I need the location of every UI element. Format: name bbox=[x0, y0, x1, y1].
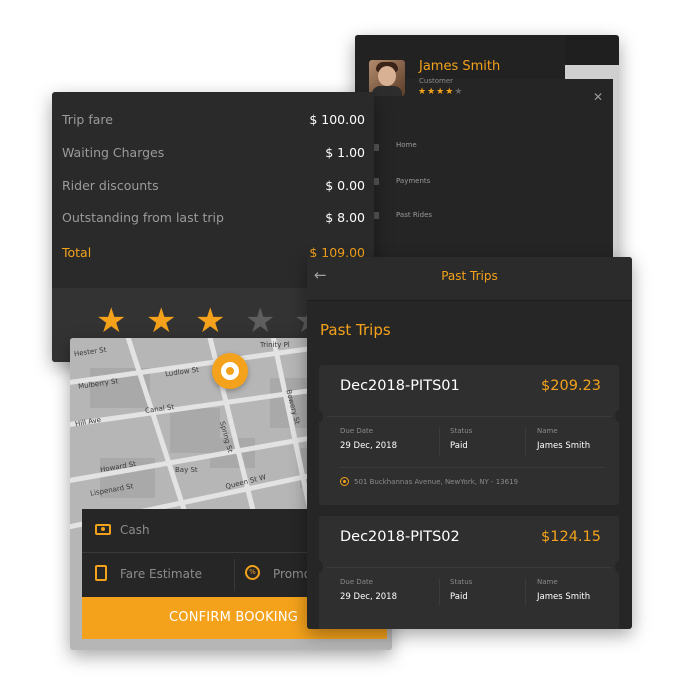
status-value: Paid bbox=[450, 592, 468, 602]
street-label: Trinity Pl bbox=[260, 341, 290, 349]
star-icon: ★ bbox=[418, 87, 428, 97]
fare-value: $ 0.00 bbox=[325, 178, 365, 193]
street-label: Hill Ave bbox=[74, 415, 102, 429]
divider bbox=[525, 578, 526, 606]
status-label: Status bbox=[450, 578, 473, 586]
name-label: Name bbox=[537, 427, 558, 435]
avatar[interactable] bbox=[369, 60, 405, 96]
star-icon[interactable]: ★ bbox=[195, 304, 225, 338]
star-icon: ★ bbox=[427, 87, 437, 97]
due-date-label: Due Date bbox=[340, 578, 374, 586]
ticket-notch bbox=[615, 561, 623, 573]
due-date-value: 29 Dec, 2018 bbox=[340, 592, 398, 602]
fare-total-label: Total bbox=[62, 245, 92, 260]
app-bar: ← Past Trips bbox=[307, 257, 632, 301]
name-value: James Smith bbox=[537, 592, 591, 602]
ticket-notch bbox=[615, 410, 623, 422]
trip-id: Dec2018-PITS02 bbox=[340, 529, 460, 545]
star-icon[interactable]: ★ bbox=[96, 304, 126, 338]
name-label: Name bbox=[537, 578, 558, 586]
star-icon: ★ bbox=[445, 87, 455, 97]
due-date-value: 29 Dec, 2018 bbox=[340, 441, 398, 451]
side-drawer: James Smith Customer ★★★★★ Home Payments… bbox=[355, 35, 613, 265]
trip-amount: $209.23 bbox=[541, 378, 601, 394]
ticket-notch bbox=[315, 561, 323, 573]
past-trips-screen: ← Past Trips Past Trips Dec2018-PITS01 $… bbox=[307, 257, 632, 629]
fare-label: Trip fare bbox=[62, 112, 113, 127]
close-icon[interactable]: ✕ bbox=[593, 90, 603, 104]
divider bbox=[439, 578, 440, 606]
trip-id: Dec2018-PITS01 bbox=[340, 378, 460, 394]
cash-icon bbox=[95, 524, 111, 535]
promo-icon: % bbox=[245, 565, 260, 580]
star-icon[interactable]: ★ bbox=[146, 304, 176, 338]
divider bbox=[339, 467, 605, 468]
trip-address: 501 Buckhannas Avenue, NewYork, NY - 136… bbox=[354, 478, 518, 486]
street-label: Bay St bbox=[175, 466, 198, 474]
menu-item-past-rides[interactable]: Past Rides bbox=[396, 211, 432, 219]
divider bbox=[439, 427, 440, 455]
fare-label: Waiting Charges bbox=[62, 145, 165, 160]
promo-button[interactable]: Promo bbox=[273, 567, 311, 581]
divider bbox=[525, 427, 526, 455]
location-pin-icon[interactable] bbox=[212, 353, 248, 389]
menu-item-home[interactable]: Home bbox=[396, 141, 417, 149]
fare-value: $ 8.00 bbox=[325, 210, 365, 225]
menu-item-payments[interactable]: Payments bbox=[396, 177, 430, 185]
profile-drawer-screen: James Smith Customer ★★★★★ Home Payments… bbox=[355, 35, 619, 265]
page-title: Past Trips bbox=[441, 269, 498, 283]
section-title: Past Trips bbox=[320, 321, 391, 339]
ticket-notch bbox=[315, 410, 323, 422]
star-icon[interactable]: ★ bbox=[245, 304, 275, 338]
status-value: Paid bbox=[450, 441, 468, 451]
drawer-menu-panel bbox=[355, 79, 613, 265]
fare-value: $ 1.00 bbox=[325, 145, 365, 160]
due-date-label: Due Date bbox=[340, 427, 374, 435]
status-label: Status bbox=[450, 427, 473, 435]
cash-option[interactable]: Cash bbox=[120, 523, 150, 537]
fare-row: Rider discounts $ 0.00 bbox=[62, 178, 365, 198]
divider bbox=[327, 567, 611, 568]
profile-role: Customer bbox=[419, 77, 454, 85]
trip-card[interactable]: Dec2018-PITS01 $209.23 Due Date 29 Dec, … bbox=[315, 365, 623, 505]
fare-estimate-button[interactable]: Fare Estimate bbox=[120, 567, 202, 581]
star-icon: ★ bbox=[436, 87, 446, 97]
fare-value: $ 100.00 bbox=[309, 112, 365, 127]
fare-row: Waiting Charges $ 1.00 bbox=[62, 145, 365, 165]
fare-row: Trip fare $ 100.00 bbox=[62, 112, 365, 132]
divider bbox=[327, 416, 611, 417]
street-label: Hester St bbox=[73, 345, 107, 359]
fare-label: Rider discounts bbox=[62, 178, 159, 193]
profile-rating: ★★★★★ bbox=[418, 87, 463, 97]
calculator-icon bbox=[95, 565, 107, 581]
name-value: James Smith bbox=[537, 441, 591, 451]
fare-label: Outstanding from last trip bbox=[62, 210, 224, 225]
trip-card[interactable]: Dec2018-PITS02 $124.15 Due Date 29 Dec, … bbox=[315, 516, 623, 629]
trip-amount: $124.15 bbox=[541, 529, 601, 545]
divider bbox=[234, 559, 235, 591]
profile-name: James Smith bbox=[419, 59, 501, 74]
location-icon bbox=[340, 477, 349, 486]
star-icon: ★ bbox=[454, 87, 464, 97]
fare-row: Outstanding from last trip $ 8.00 bbox=[62, 210, 365, 230]
